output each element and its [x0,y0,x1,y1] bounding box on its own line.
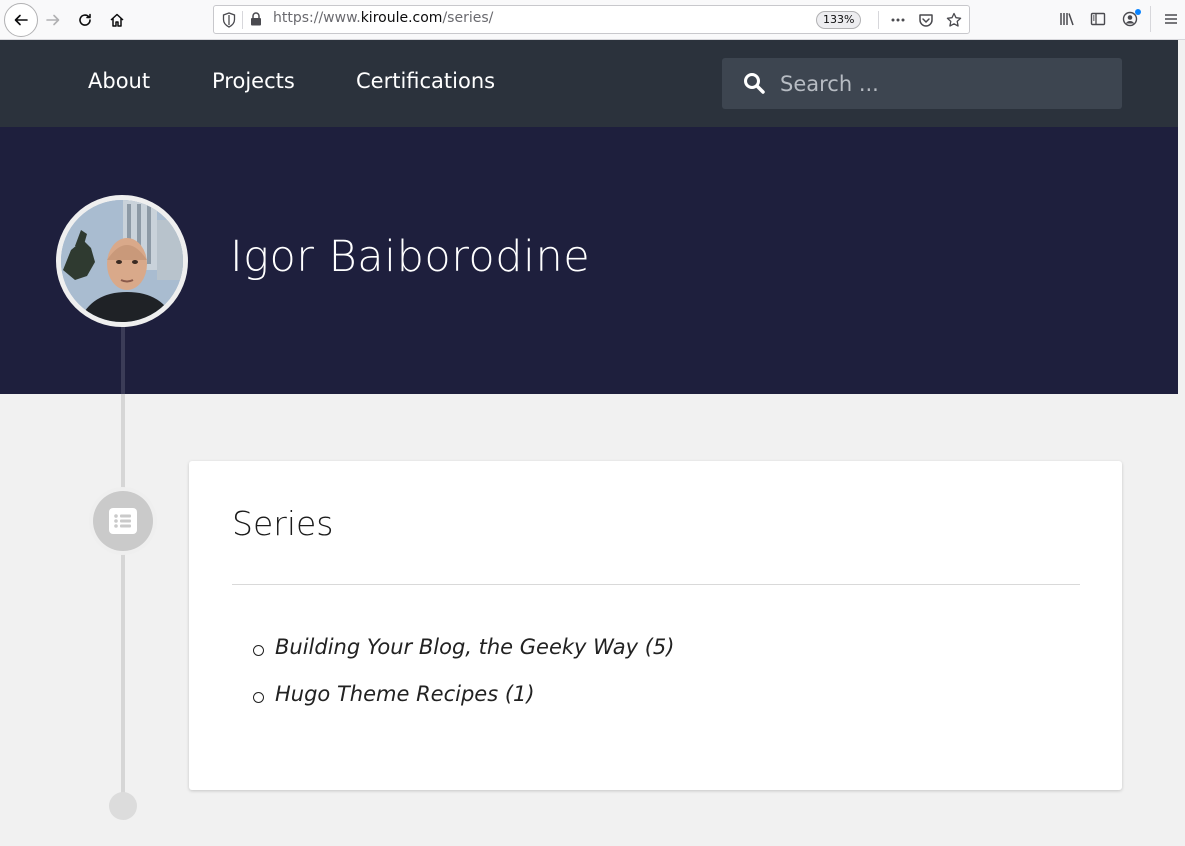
page-actions-button[interactable] [889,11,907,29]
star-icon [946,12,962,27]
timeline-line-top [121,326,125,394]
list-item: Building Your Blog, the Geeky Way (5) [253,635,674,682]
shield-icon[interactable] [222,12,236,28]
zoom-level-badge[interactable]: 133% [816,11,862,29]
nav-link-about[interactable]: About [88,69,150,93]
series-link-hugo-theme-recipes[interactable]: Hugo Theme Recipes (1) [275,682,535,706]
lock-icon[interactable] [250,12,262,26]
library-button[interactable] [1057,10,1077,28]
avatar[interactable] [56,195,188,327]
timeline-node-inner [93,491,153,551]
timeline-end-dot [109,792,137,820]
sidebar-icon [1090,12,1106,26]
url-prefix: https://www. [273,10,361,26]
home-button[interactable] [101,4,133,36]
series-list: Building Your Blog, the Geeky Way (5) Hu… [253,635,674,729]
site-navbar: About Projects Certifications [0,40,1178,127]
url-text[interactable]: https://www.kiroule.com/series/ [273,10,493,26]
search-icon [744,73,765,94]
nav-link-projects[interactable]: Projects [212,69,295,93]
toolbar-separator [1150,6,1151,32]
list-item: Hugo Theme Recipes (1) [253,682,674,729]
library-icon [1060,13,1074,26]
pocket-button[interactable] [917,11,935,29]
series-card: Series Building Your Blog, the Geeky Way… [189,461,1122,790]
timeline-node [89,487,157,555]
address-bar[interactable]: https://www.kiroule.com/series/ 133% [213,5,970,34]
timeline-line [121,326,125,806]
url-separator [878,11,879,29]
notification-dot [1135,9,1141,15]
search-box[interactable] [722,58,1122,109]
url-separator [242,11,243,29]
arrow-right-icon [46,14,60,26]
list-icon [109,508,137,534]
forward-button[interactable] [37,4,69,36]
title-divider [232,584,1080,585]
hamburger-menu-icon [1165,14,1177,24]
reload-icon [79,13,91,26]
more-dots-icon [891,18,905,22]
menu-button[interactable] [1161,10,1181,28]
home-icon [110,13,124,27]
search-input[interactable] [780,58,1110,109]
browser-toolbar: https://www.kiroule.com/series/ 133% [0,0,1185,40]
back-button[interactable] [4,3,38,37]
avatar-photo [61,200,183,322]
nav-link-certifications[interactable]: Certifications [356,69,495,93]
url-domain: kiroule.com [360,10,443,26]
reload-button[interactable] [69,4,101,36]
pocket-icon [919,14,933,27]
arrow-left-icon [14,14,28,26]
author-name: Igor Baiborodine [230,232,591,282]
page-title: Series [232,504,334,543]
series-link-building-your-blog[interactable]: Building Your Blog, the Geeky Way (5) [275,635,674,659]
sidebar-button[interactable] [1088,10,1108,28]
bookmark-button[interactable] [945,11,963,29]
url-path: /series/ [442,10,494,26]
